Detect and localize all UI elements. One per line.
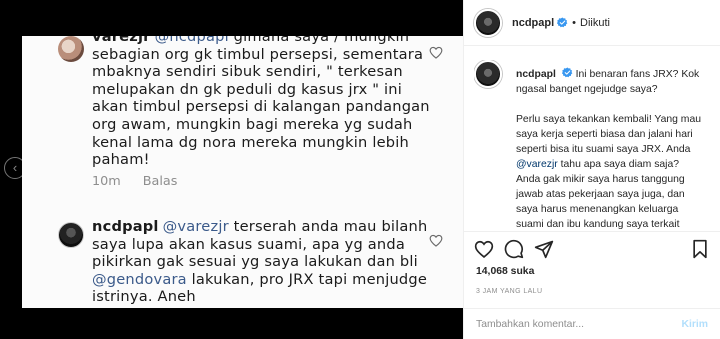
post-timestamp: 3 JAM YANG LALU bbox=[476, 288, 543, 295]
comment-text: varezjr @ncdpapl gimana saya / mungkin se… bbox=[92, 36, 430, 169]
comment-username: ncdpapl bbox=[92, 218, 159, 235]
share-icon[interactable] bbox=[534, 239, 554, 259]
caption-username[interactable]: ncdpapl bbox=[516, 69, 556, 80]
post-header: ncdpapl • Diikuti bbox=[464, 0, 720, 46]
comment-mention: @gendovara bbox=[92, 270, 187, 288]
send-button[interactable]: Kirim bbox=[681, 319, 708, 330]
post-sidebar: ncdpapl • Diikuti ncdpapl Ini benaran fa… bbox=[463, 0, 720, 339]
bookmark-icon[interactable] bbox=[690, 239, 710, 259]
caption-text: Perlu saya tekankan kembali! Yang mau sa… bbox=[516, 114, 702, 155]
reply-button: Balas bbox=[142, 174, 178, 189]
separator: • bbox=[572, 16, 577, 29]
comment-icon[interactable] bbox=[504, 239, 524, 259]
follow-status-button[interactable]: Diikuti bbox=[580, 17, 610, 29]
avatar[interactable] bbox=[474, 60, 502, 88]
comment-input[interactable]: Tambahkan komentar... bbox=[476, 319, 584, 330]
comment-username: varezjr bbox=[92, 36, 151, 45]
comment-meta: 10m Balas bbox=[92, 174, 177, 189]
heart-icon bbox=[429, 46, 443, 59]
avatar bbox=[58, 222, 84, 248]
caption-body: ncdpapl Ini benaran fans JRX? Kok ngasal… bbox=[516, 67, 704, 230]
verified-badge-icon bbox=[561, 67, 573, 78]
header-username[interactable]: ncdpapl bbox=[512, 17, 554, 29]
comment-mention: @ncdpapl bbox=[154, 36, 229, 45]
verified-badge-icon bbox=[557, 17, 568, 28]
like-count[interactable]: 14,068 suka bbox=[476, 266, 534, 277]
comment-mention: @varezjr bbox=[162, 218, 229, 235]
avatar bbox=[58, 36, 84, 62]
post-media: ‹ varezjr @ncdpapl gimana saya / mungkin … bbox=[0, 0, 463, 339]
comment-body: gimana saya / mungkin sebagian org gk ti… bbox=[92, 36, 430, 169]
caption: ncdpapl Ini benaran fans JRX? Kok ngasal… bbox=[474, 60, 712, 230]
comment-text: ncdpapl @varezjr terserah anda mau bilanh… bbox=[92, 218, 430, 306]
action-bar bbox=[464, 231, 720, 265]
comment-time: 10m bbox=[92, 174, 121, 189]
caption-mention-link[interactable]: @varezjr bbox=[516, 159, 558, 170]
avatar[interactable] bbox=[474, 8, 502, 37]
heart-icon[interactable] bbox=[474, 239, 494, 259]
comment-screenshot: varezjr @ncdpapl gimana saya / mungkin se… bbox=[22, 36, 463, 308]
heart-icon bbox=[429, 234, 443, 247]
add-comment-bar: Tambahkan komentar... Kirim bbox=[464, 308, 720, 339]
